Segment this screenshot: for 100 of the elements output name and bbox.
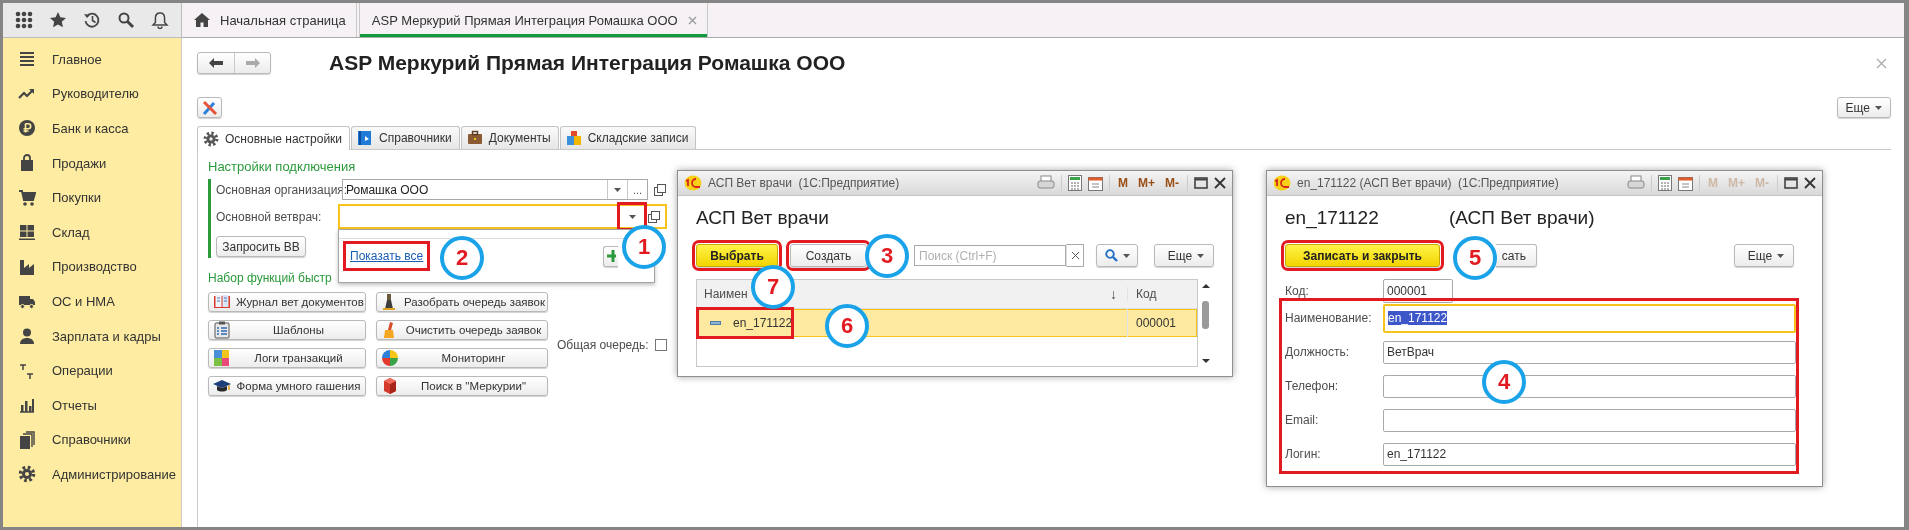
window-caption: en_171122 (АСП Вет врачи) (1С:Предприятие) [1297,176,1560,190]
sidebar-item[interactable]: Продажи [52,155,107,171]
field-label: Телефон: [1285,379,1340,393]
section-heading: Настройки подключения [208,159,356,175]
field-label: Должность: [1285,345,1351,359]
function-button[interactable]: Журнал вет документов [208,292,366,312]
calendar-icon[interactable] [1678,175,1693,191]
function-button[interactable]: Разобрать очередь заявок [376,292,548,312]
text-field[interactable]: en_171122 [1383,303,1796,333]
gear-icon [18,465,36,484]
field-label: Логин: [1285,447,1322,461]
maximize-icon[interactable] [1194,177,1208,189]
plus-icon [606,250,616,262]
search-icon[interactable] [117,11,135,29]
vet-field[interactable] [338,204,667,229]
column-header: Код [1136,287,1157,301]
text-field[interactable]: ВетВрач [1383,340,1796,364]
tools-icon [201,99,218,116]
request-button[interactable]: Запросить ВВ [216,236,306,257]
window-subtitle: (АСП Вет врачи) [1449,207,1595,230]
open-window-icon [654,183,666,196]
calculator-icon[interactable] [1658,175,1672,191]
function-button[interactable]: Логи транзакций [208,348,366,368]
apps-icon[interactable] [15,11,33,29]
memory-button[interactable]: M [1116,176,1130,190]
person-icon [18,327,36,346]
cell-text: en_171122 [733,316,793,330]
code-field[interactable]: 000001 [1383,279,1453,303]
form-tab[interactable]: Складские записи [559,126,697,149]
search-icon [1104,249,1118,262]
logo-icon [1273,175,1291,191]
sidebar-item[interactable]: Покупки [52,190,101,206]
search-field[interactable]: Поиск (Ctrl+F) [914,245,1066,266]
print-icon[interactable] [1037,175,1055,191]
history-icon[interactable] [83,11,101,29]
sidebar-item[interactable]: Операции [52,363,113,379]
sidebar-item[interactable]: Главное [52,51,102,67]
sidebar-item[interactable]: Администрирование [52,466,176,482]
puzzle-icon [213,349,231,367]
memory-button[interactable]: M+ [1136,176,1157,190]
boxes-icon [565,130,582,146]
sidebar-item[interactable]: Руководителю [52,86,139,102]
caret-icon [1875,105,1882,110]
form-tab[interactable]: Справочники [351,126,460,149]
home-icon [194,13,210,27]
print-icon[interactable] [1627,175,1645,191]
calendar-icon[interactable] [1088,175,1103,191]
caret-icon [614,187,621,192]
sidebar-item[interactable]: Банк и касса [52,121,129,136]
checkbox[interactable] [654,338,667,351]
text-field[interactable]: en_171122 [1383,442,1796,466]
toolbar-button[interactable]: сать [1496,244,1537,267]
more-button[interactable]: Еще [1734,244,1794,267]
form-tab[interactable]: Основные настройки [197,126,351,150]
search-button[interactable] [1096,244,1138,267]
sidebar-item[interactable]: Справочники [52,432,131,448]
tools-button[interactable] [197,97,222,118]
gear-icon [203,130,219,147]
close-icon[interactable] [1804,177,1816,189]
arrow-left-icon [209,58,223,68]
function-button[interactable]: Мониторинг [376,348,548,368]
text-field[interactable] [1383,408,1796,432]
sidebar-item[interactable]: Зарплата и кадры [52,328,161,344]
close-icon [1876,57,1887,69]
section-heading: Набор функций быстр [208,271,332,287]
sidebar-item[interactable]: Склад [52,224,90,240]
close-icon [1071,252,1079,259]
caret-icon [1777,253,1785,258]
function-button[interactable]: Шаблоны [208,320,366,340]
open-tab[interactable]: ASP Меркурий Прямая Интеграция Ромашка ООО [358,3,708,37]
star-icon[interactable] [49,11,67,29]
more-button[interactable]: Еще [1836,97,1891,118]
book-icon [357,130,374,146]
sort-indicator: ↓ [1110,286,1117,302]
add-button[interactable] [603,245,618,267]
maximize-icon[interactable] [1784,177,1798,189]
column-header: Наимен [704,287,748,301]
open-tab[interactable]: Начальная страница [182,3,357,37]
caret-icon [1197,253,1205,258]
form-tab[interactable]: Документы [460,126,559,149]
field-label: Наименование: [1285,311,1373,325]
sidebar-item[interactable]: ОС и НМА [52,293,115,309]
table-cell: 000001 [1136,316,1177,330]
function-button[interactable]: Поиск в "Меркурии" [376,376,548,396]
factory-icon [18,257,36,276]
calculator-icon[interactable] [1068,175,1082,191]
sidebar-item[interactable]: Отчеты [52,397,97,413]
grid-icon [18,223,36,242]
field-label: Email: [1285,413,1320,427]
bar-chart-icon [18,396,36,415]
more-button[interactable]: Еще [1154,244,1214,267]
clear-button[interactable] [1066,244,1084,267]
close-icon[interactable] [1214,177,1226,189]
sidebar-item[interactable]: Производство [52,259,137,275]
function-button[interactable]: Очистить очередь заявок [376,320,548,340]
bell-icon[interactable] [151,11,169,29]
function-button[interactable]: Форма умного гашения [208,376,366,396]
memory-button[interactable]: M- [1163,176,1181,190]
caret-icon [1122,253,1130,258]
window-title: en_171122 [1285,207,1380,231]
